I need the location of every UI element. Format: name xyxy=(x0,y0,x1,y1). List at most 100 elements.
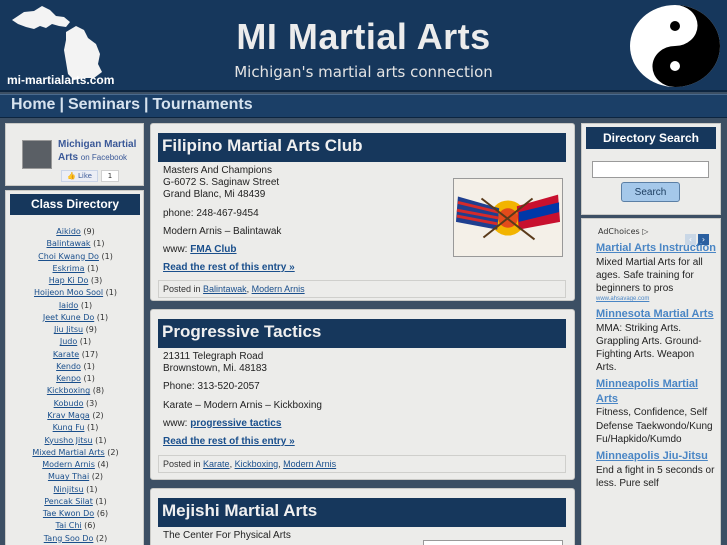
directory-count: (3) xyxy=(90,276,103,286)
directory-item: Kendo (1) xyxy=(6,361,145,373)
directory-link[interactable]: Kenpo xyxy=(56,374,81,383)
directory-link[interactable]: Kung Fu xyxy=(53,423,85,432)
directory-link[interactable]: Tai Chi xyxy=(56,521,82,530)
directory-item: Muay Thai (2) xyxy=(6,471,145,483)
read-more-link[interactable]: Read the rest of this entry » xyxy=(163,436,295,447)
directory-item: Kyusho Jitsu (1) xyxy=(6,435,145,447)
directory-count: (9) xyxy=(85,325,98,335)
directory-count: (1) xyxy=(87,263,99,273)
directory-link[interactable]: Muay Thai xyxy=(48,472,89,481)
directory-link[interactable]: Ninjitsu xyxy=(54,485,84,494)
directory-count: (1) xyxy=(86,484,98,494)
ad-title-link[interactable]: Minneapolis Martial Arts xyxy=(596,377,716,406)
post-title[interactable]: Mejishi Martial Arts xyxy=(162,501,317,521)
directory-item: Tae Kwon Do (6) xyxy=(6,508,145,520)
directory-link[interactable]: Kendo xyxy=(56,362,81,371)
adchoices-link[interactable]: AdChoices ▷ xyxy=(598,227,648,236)
site-title[interactable]: MI Martial Arts xyxy=(0,16,727,58)
directory-item: Tang Soo Do (2) xyxy=(6,533,145,545)
directory-count: (1) xyxy=(93,239,105,249)
post-title[interactable]: Filipino Martial Arts Club xyxy=(162,136,363,156)
ad-title-link[interactable]: Minneapolis Jiu-Jitsu xyxy=(596,449,716,464)
post-title-bar: Progressive Tactics xyxy=(158,319,566,348)
directory-link[interactable]: Modern Arnis xyxy=(42,460,95,469)
directory-link[interactable]: Kyusho Jitsu xyxy=(45,436,93,445)
main-nav: Home | Seminars | Tournaments xyxy=(0,94,727,118)
post-meta: Posted in Balintawak, Modern Arnis xyxy=(158,280,566,298)
website-link[interactable]: progressive tactics xyxy=(190,418,281,429)
read-more-link[interactable]: Read the rest of this entry » xyxy=(163,262,295,273)
ad-item: Minneapolis Martial Arts Fitness, Confide… xyxy=(596,377,716,446)
ad-title-link[interactable]: Minnesota Martial Arts xyxy=(596,307,716,322)
category-link[interactable]: Modern Arnis xyxy=(252,284,305,294)
directory-link[interactable]: Pencak Silat xyxy=(44,497,93,506)
directory-search: Directory Search Search xyxy=(581,123,721,215)
facebook-widget: Michigan Martial Arts on Facebook 👍 Like… xyxy=(5,123,144,186)
directory-item: Eskrima (1) xyxy=(6,263,145,275)
directory-link[interactable]: Karate xyxy=(53,350,79,359)
directory-link[interactable]: Kickboxing xyxy=(47,386,90,395)
directory-link[interactable]: Hoijeon Moo Sool xyxy=(34,288,103,297)
ad-title-link[interactable]: Martial Arts Instruction xyxy=(596,241,716,256)
directory-link[interactable]: Tae Kwon Do xyxy=(43,509,94,518)
directory-item: Mixed Martial Arts (2) xyxy=(6,447,145,459)
directory-item: Modern Arnis (4) xyxy=(6,459,145,471)
directory-item: Tai Chi (6) xyxy=(6,520,145,532)
website-link[interactable]: FMA Club xyxy=(190,244,236,255)
ad-text: MMA: Striking Arts. Grappling Arts. Grou… xyxy=(596,322,702,374)
adchoices-icon: ▷ xyxy=(642,227,649,236)
directory-item: Karate (17) xyxy=(6,349,145,361)
post-body: The Center For Physical Arts xyxy=(163,530,463,545)
directory-link[interactable]: Balintawak xyxy=(47,239,91,248)
ad-item: Minneapolis Jiu-Jitsu End a fight in 5 se… xyxy=(596,449,716,490)
directory-count: (1) xyxy=(95,496,107,506)
post-progressive-tactics: Progressive Tactics 21311 Telegraph Road… xyxy=(150,309,575,480)
site-domain: mi-martialarts.com xyxy=(7,73,115,87)
address-line: Brownstown, Mi. 48183 xyxy=(163,363,267,375)
directory-link[interactable]: Choi Kwang Do xyxy=(38,252,99,261)
directory-link[interactable]: Judo xyxy=(60,337,77,346)
post-body: Masters And Champions G-6072 S. Saginaw … xyxy=(163,165,463,280)
category-link[interactable]: Karate xyxy=(203,459,230,469)
ad-item: Minnesota Martial Arts MMA: Striking Arts… xyxy=(596,307,716,374)
search-input[interactable] xyxy=(592,161,709,178)
nav-separator: | xyxy=(59,96,64,113)
search-button[interactable]: Search xyxy=(621,182,680,202)
directory-link[interactable]: Mixed Martial Arts xyxy=(32,448,104,457)
directory-count: (1) xyxy=(83,361,95,371)
ad-url-link[interactable]: www.ahsavage.com xyxy=(596,295,716,304)
category-link[interactable]: Kickboxing xyxy=(235,459,279,469)
post-title[interactable]: Progressive Tactics xyxy=(162,322,321,342)
directory-item: Aikido (9) xyxy=(6,226,145,238)
facebook-like-button[interactable]: 👍 Like xyxy=(61,170,98,182)
directory-link[interactable]: Jeet Kune Do xyxy=(43,313,94,322)
post-filipino-martial-arts-club: Filipino Martial Arts Club Masters And C… xyxy=(150,123,575,301)
address-line: G-6072 S. Saginaw Street xyxy=(163,177,280,189)
category-link[interactable]: Balintawak xyxy=(203,284,247,294)
directory-link[interactable]: Aikido xyxy=(56,227,81,236)
directory-link[interactable]: Iaido xyxy=(59,301,78,310)
www-label: www: xyxy=(163,417,188,429)
category-link[interactable]: Modern Arnis xyxy=(283,459,336,469)
directory-count: (2) xyxy=(91,472,104,482)
directory-link[interactable]: Jiu Jitsu xyxy=(54,325,83,334)
directory-count: (2) xyxy=(95,533,108,543)
phone: Phone: 313-520-2057 xyxy=(163,381,260,393)
nav-seminars[interactable]: Seminars xyxy=(68,96,140,113)
posted-in-label: Posted in xyxy=(163,459,201,469)
facebook-page-avatar[interactable] xyxy=(22,140,52,169)
nav-home[interactable]: Home xyxy=(11,96,55,113)
directory-link[interactable]: Krav Maga xyxy=(47,411,90,420)
directory-link[interactable]: Kobudo xyxy=(54,399,84,408)
site-header: MI Martial Arts Michigan's martial arts … xyxy=(0,0,727,92)
post-meta: Posted in Karate, Kickboxing, Modern Arn… xyxy=(158,455,566,473)
directory-item: Iaido (1) xyxy=(6,300,145,312)
directory-count: (1) xyxy=(79,337,92,347)
nav-tournaments[interactable]: Tournaments xyxy=(152,96,252,113)
ad-item: Martial Arts Instruction Mixed Martial Ar… xyxy=(596,241,716,304)
directory-item: Ninjitsu (1) xyxy=(6,484,145,496)
directory-link[interactable]: Tang Soo Do xyxy=(44,534,94,543)
directory-link[interactable]: Hap Ki Do xyxy=(49,276,89,285)
directory-link[interactable]: Eskrima xyxy=(53,264,85,273)
styles: Modern Arnis – Balintawak xyxy=(163,225,282,237)
